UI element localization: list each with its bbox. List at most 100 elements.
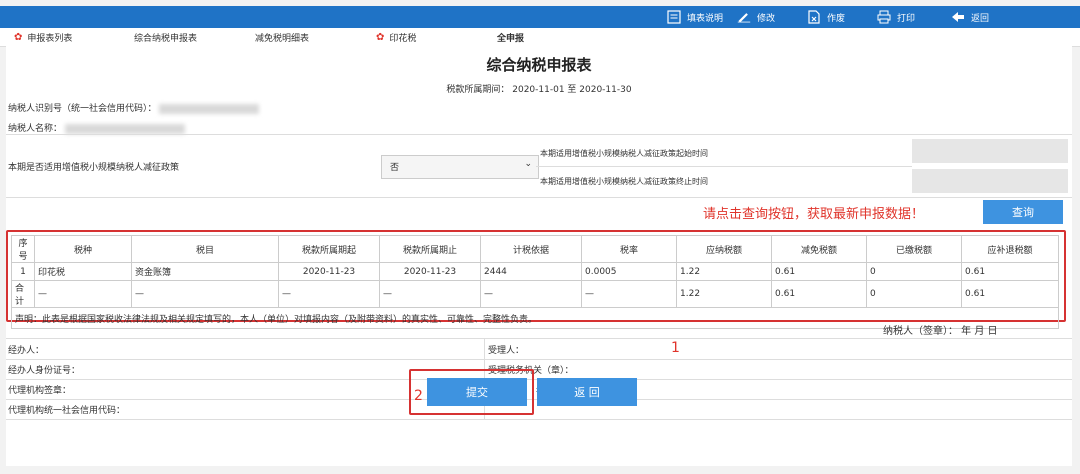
header-cell: 税种 xyxy=(34,235,132,263)
table-cell: 2444 xyxy=(480,262,582,281)
lower-info-section: 经办人： 受理人： 经办人身份证号： 受理税务机关（章）： 代理机构签章： 受理… xyxy=(6,338,1072,420)
back-button[interactable]: 返 回 xyxy=(537,378,637,406)
table-cell: 1 xyxy=(11,262,35,281)
tax-period: 税款所属期间： 2020-11-01 至 2020-11-30 xyxy=(446,85,632,95)
policy-label: 本期是否适用增值税小规模纳税人减征政策 xyxy=(8,163,180,173)
gear-icon: ✿ xyxy=(376,32,385,43)
document-icon xyxy=(667,10,681,24)
printer-icon xyxy=(877,10,891,24)
table-cell: 2020-11-23 xyxy=(379,262,481,281)
table-cell: 0 xyxy=(866,280,962,308)
agency-sign-label: 代理机构签章： xyxy=(8,386,72,396)
submit-button[interactable]: 提交 xyxy=(427,378,527,406)
table-cell: 印花税 xyxy=(34,262,132,281)
table-cell: 0.61 xyxy=(961,280,1059,308)
taxpayer-name-label: 纳税人名称： xyxy=(8,124,63,134)
page-title: 综合纳税申报表 xyxy=(486,56,592,74)
table-cell: 1.22 xyxy=(676,262,772,281)
table-cell: — xyxy=(480,280,582,308)
fill-help-button[interactable]: 填表说明 xyxy=(667,6,723,28)
policy-select[interactable]: 否 ⌄ xyxy=(381,155,539,179)
receiver-label: 受理人： xyxy=(488,346,525,356)
back-toolbar-button[interactable]: 返回 xyxy=(951,6,989,28)
table-cell: — xyxy=(131,280,279,308)
taxpayer-id-redacted xyxy=(159,103,260,114)
table-cell: 0.61 xyxy=(771,280,867,308)
table-cell: — xyxy=(34,280,132,308)
pencil-icon xyxy=(737,10,751,24)
chevron-down-icon: ⌄ xyxy=(524,159,532,169)
edit-button[interactable]: 修改 xyxy=(737,6,775,28)
header-cell: 应纳税额 xyxy=(676,235,772,263)
info-row: 经办人： 受理人： xyxy=(6,339,1072,360)
nav-relief-label: 减免税明细表 xyxy=(255,34,310,44)
highlight-table-box: 序号 税种 税目 税款所属期起 税款所属期止 计税依据 税率 应纳税额 减免税额… xyxy=(6,230,1066,329)
gear-icon: ✿ xyxy=(14,32,23,43)
table-cell: 0.61 xyxy=(961,262,1059,281)
nav-item-full-declaration[interactable]: 全申报 xyxy=(497,31,524,44)
nav-list-label: 申报表列表 xyxy=(27,34,73,44)
query-button[interactable]: 查询 xyxy=(983,200,1063,224)
taxpayer-id-row: 纳税人识别号（统一社会信用代码）： xyxy=(8,101,260,114)
agent-id-label: 经办人身份证号： xyxy=(8,366,81,376)
table-cell: 资金账簿 xyxy=(131,262,279,281)
policy-start-field[interactable] xyxy=(912,139,1068,163)
header-cell: 税款所属期止 xyxy=(379,235,481,263)
signature-line: 纳税人（签章）： 年 月 日 xyxy=(883,326,998,337)
agent-label: 经办人： xyxy=(8,346,45,356)
nav-item-list[interactable]: ✿ 申报表列表 xyxy=(14,31,72,44)
nav-item-stamp-tax[interactable]: ✿ 印花税 xyxy=(376,31,416,44)
divider xyxy=(536,166,912,167)
header-cell: 计税依据 xyxy=(480,235,582,263)
nav-full-label: 全申报 xyxy=(497,34,525,44)
fill-help-label: 填表说明 xyxy=(687,13,724,24)
header-cell: 税率 xyxy=(581,235,677,263)
table-cell: 0.61 xyxy=(771,262,867,281)
tax-table: 序号 税种 税目 税款所属期起 税款所属期止 计税依据 税率 应纳税额 减免税额… xyxy=(11,235,1059,329)
header-cell: 减免税额 xyxy=(771,235,867,263)
policy-section: 本期是否适用增值税小规模纳税人减征政策 否 ⌄ 本期适用增值税小规模纳税人减征政… xyxy=(6,134,1072,198)
header-cell: 税款所属期起 xyxy=(278,235,380,263)
print-button[interactable]: 打印 xyxy=(877,6,915,28)
taxpayer-id-label: 纳税人识别号（统一社会信用代码）： xyxy=(8,104,157,114)
back-arrow-icon xyxy=(951,10,965,24)
policy-end-label: 本期适用增值税小规模纳税人减征政策终止时间 xyxy=(540,177,708,186)
info-row: 经办人身份证号： 受理税务机关（章）： xyxy=(6,359,1072,380)
table-cell: 2020-11-23 xyxy=(278,262,380,281)
void-button[interactable]: 作废 xyxy=(807,6,845,28)
table-cell: 0 xyxy=(866,262,962,281)
query-notice: 请点击查询按钮，获取最新申报数据！ xyxy=(703,207,925,222)
taxpayer-name-row: 纳税人名称： xyxy=(8,121,185,134)
nav-item-relief[interactable]: 减免税明细表 xyxy=(255,31,309,44)
divider xyxy=(484,339,485,359)
table-cell: — xyxy=(379,280,481,308)
agency-code-label: 代理机构统一社会信用代码： xyxy=(8,406,126,416)
table-row: 1 印花税 资金账簿 2020-11-23 2020-11-23 2444 0.… xyxy=(11,262,1059,281)
void-label: 作废 xyxy=(827,13,846,24)
taxpayer-name-redacted xyxy=(64,123,185,134)
nav-comprehensive-label: 综合纳税申报表 xyxy=(134,34,198,44)
policy-start-label: 本期适用增值税小规模纳税人减征政策起始时间 xyxy=(540,149,708,158)
table-row-total: 合计 — — — — — — 1.22 0.61 0 0.61 xyxy=(11,280,1059,308)
edit-label: 修改 xyxy=(757,13,776,24)
table-header-row: 序号 税种 税目 税款所属期起 税款所属期止 计税依据 税率 应纳税额 减免税额… xyxy=(11,235,1059,263)
void-document-icon xyxy=(807,10,821,24)
header-cell: 已缴税额 xyxy=(866,235,962,263)
back-toolbar-label: 返回 xyxy=(971,13,990,24)
table-cell: — xyxy=(278,280,380,308)
header-cell: 税目 xyxy=(131,235,279,263)
policy-select-value: 否 xyxy=(390,163,400,173)
top-toolbar: 填表说明 修改 作废 打印 返回 xyxy=(0,6,1080,28)
print-label: 打印 xyxy=(897,13,916,24)
annotation-mark-1: 1 xyxy=(671,340,680,356)
header-cell: 序号 xyxy=(11,235,35,263)
table-cell: 合计 xyxy=(11,280,35,308)
nav-item-comprehensive[interactable]: 综合纳税申报表 xyxy=(134,31,197,44)
header-cell: 应补退税额 xyxy=(961,235,1059,263)
table-cell: 1.22 xyxy=(676,280,772,308)
table-cell: — xyxy=(581,280,677,308)
nav-stamp-label: 印花税 xyxy=(389,34,417,44)
policy-end-field[interactable] xyxy=(912,169,1068,193)
sub-navigation: ✿ 申报表列表 综合纳税申报表 减免税明细表 ✿ 印花税 全申报 xyxy=(0,28,1080,47)
table-cell: 0.0005 xyxy=(581,262,677,281)
